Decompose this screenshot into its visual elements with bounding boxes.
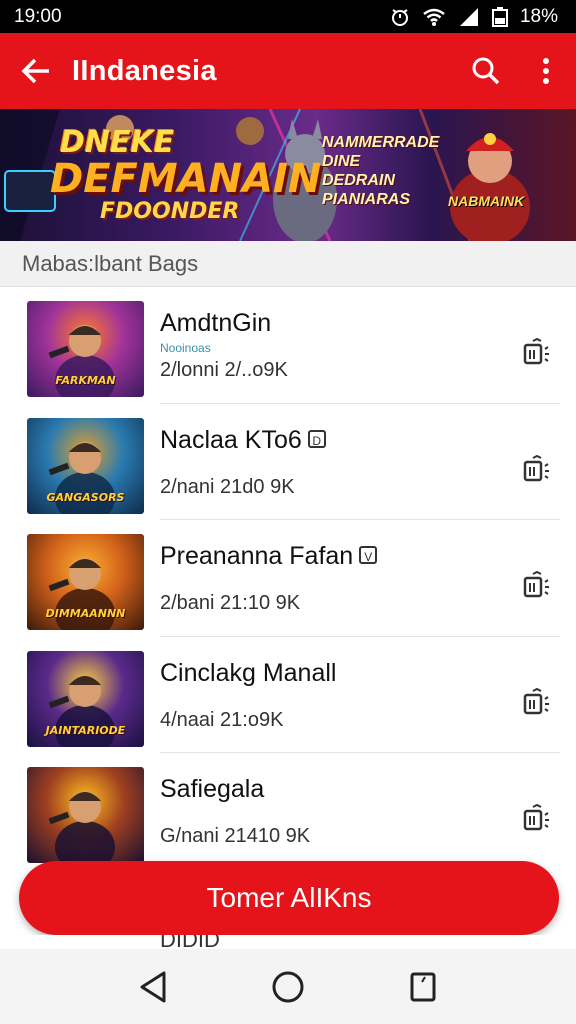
status-bar: 19:00 18% (0, 0, 576, 33)
game-list: FARKMAN AmdtnGin Nooinoas 2/lonni 2/..o9K GA… (0, 287, 576, 870)
item-title: Preananna Fafan V (160, 542, 378, 571)
triangle-back-icon (140, 971, 166, 1002)
banner-tagline: NAMMERRADE DINE DEDRAIN PIANIARAS (322, 134, 440, 208)
nav-home-button[interactable] (268, 967, 308, 1007)
signal-icon (458, 7, 480, 27)
item-title-text: AmdtnGin (160, 309, 272, 337)
item-title-text: Preananna Fafan (160, 542, 354, 570)
thumbnail-caption: DIMMAANNN (45, 607, 126, 620)
list-item[interactable]: FARKMAN AmdtnGin Nooinoas 2/lonni 2/..o9K (0, 287, 576, 404)
arrow-left-icon (21, 58, 49, 84)
thumbnail-caption: FARKMAN (55, 374, 116, 387)
battery-percent: 18% (519, 5, 558, 27)
install-button[interactable] (519, 803, 551, 835)
item-badge: D (307, 429, 326, 448)
install-button[interactable] (519, 570, 551, 602)
list-item[interactable]: Safiegala G/nani 21410 9K (0, 753, 576, 870)
circle-home-icon (272, 971, 304, 1002)
square-recents-icon (410, 972, 436, 1001)
item-title: Cinclakg Manall (160, 659, 336, 688)
thumbnail-caption: JAINTARIODE (45, 723, 126, 737)
download-icon (523, 803, 549, 831)
download-icon (523, 687, 549, 714)
list-item[interactable]: DIMMAANNN Preananna Fafan V 2/bani 21:10 9K (0, 520, 576, 637)
peek-list-item: DIDID (0, 935, 576, 949)
item-meta: 2/lonni 2/..o9K (160, 359, 288, 381)
search-button[interactable] (456, 33, 516, 109)
list-item[interactable]: GANGASORS Naclaa KTo6 D 2/nani 21d0 9K (0, 404, 576, 520)
peek-text: DIDID (160, 935, 220, 949)
install-button[interactable] (519, 454, 551, 486)
thumbnail-art (48, 791, 115, 863)
nav-back-button[interactable] (133, 967, 173, 1007)
more-vert-icon (543, 58, 549, 84)
primary-action-button[interactable]: Tomer AlIKns (19, 861, 559, 935)
item-meta: 2/bani 21:10 9K (160, 592, 301, 614)
page-title: IIndanesia (72, 54, 217, 87)
game-thumbnail[interactable]: JAINTARIODE (27, 650, 144, 747)
item-title-text: Safiegala (160, 775, 265, 803)
alarm-icon (390, 7, 410, 27)
app-bar: IIndanesia (0, 33, 576, 109)
battery-icon (491, 6, 508, 27)
status-time: 19:00 (14, 5, 62, 27)
game-thumbnail[interactable]: FARKMAN (27, 301, 144, 397)
more-options-button[interactable] (516, 33, 576, 109)
game-thumbnail[interactable]: GANGASORS (27, 417, 144, 514)
game-thumbnail[interactable]: DIMMAANNN (27, 534, 144, 630)
download-icon (523, 337, 549, 365)
promo-banner[interactable]: DNEKE DEFMANAIN FDOONDER NAMMERRADE DINE… (0, 109, 576, 241)
list-item[interactable]: JAINTARIODE Cinclakg Manall 4/naai 21:o9K (0, 637, 576, 753)
install-button[interactable] (519, 337, 551, 369)
back-button[interactable] (0, 33, 72, 109)
game-thumbnail[interactable] (27, 767, 144, 863)
item-title: Safiegala (160, 775, 264, 804)
thumbnail-caption: GANGASORS (46, 490, 125, 504)
download-icon (523, 570, 549, 598)
item-title: Naclaa KTo6 D (160, 426, 326, 455)
item-meta: G/nani 21410 9K (160, 825, 311, 847)
item-title-text: Cinclakg Manall (160, 658, 337, 687)
item-subtitle: Nooinoas (160, 341, 211, 355)
banner-caption: NABMAINK (448, 193, 525, 209)
item-title-text: Naclaa KTo6 (160, 425, 302, 454)
banner-title: DNEKE DEFMANAIN FDOONDER (50, 125, 322, 225)
search-icon (472, 57, 500, 85)
system-nav-bar (0, 949, 576, 1024)
nav-recents-button[interactable] (403, 967, 443, 1007)
download-icon (523, 454, 549, 481)
item-badge: V (359, 546, 378, 564)
wifi-icon (422, 7, 446, 27)
item-meta: 2/nani 21d0 9K (160, 475, 295, 498)
section-header: Mabas:lbant Bags (0, 241, 576, 287)
item-title: AmdtnGin (160, 309, 271, 338)
item-meta: 4/naai 21:o9K (160, 708, 284, 731)
install-button[interactable] (519, 687, 551, 719)
